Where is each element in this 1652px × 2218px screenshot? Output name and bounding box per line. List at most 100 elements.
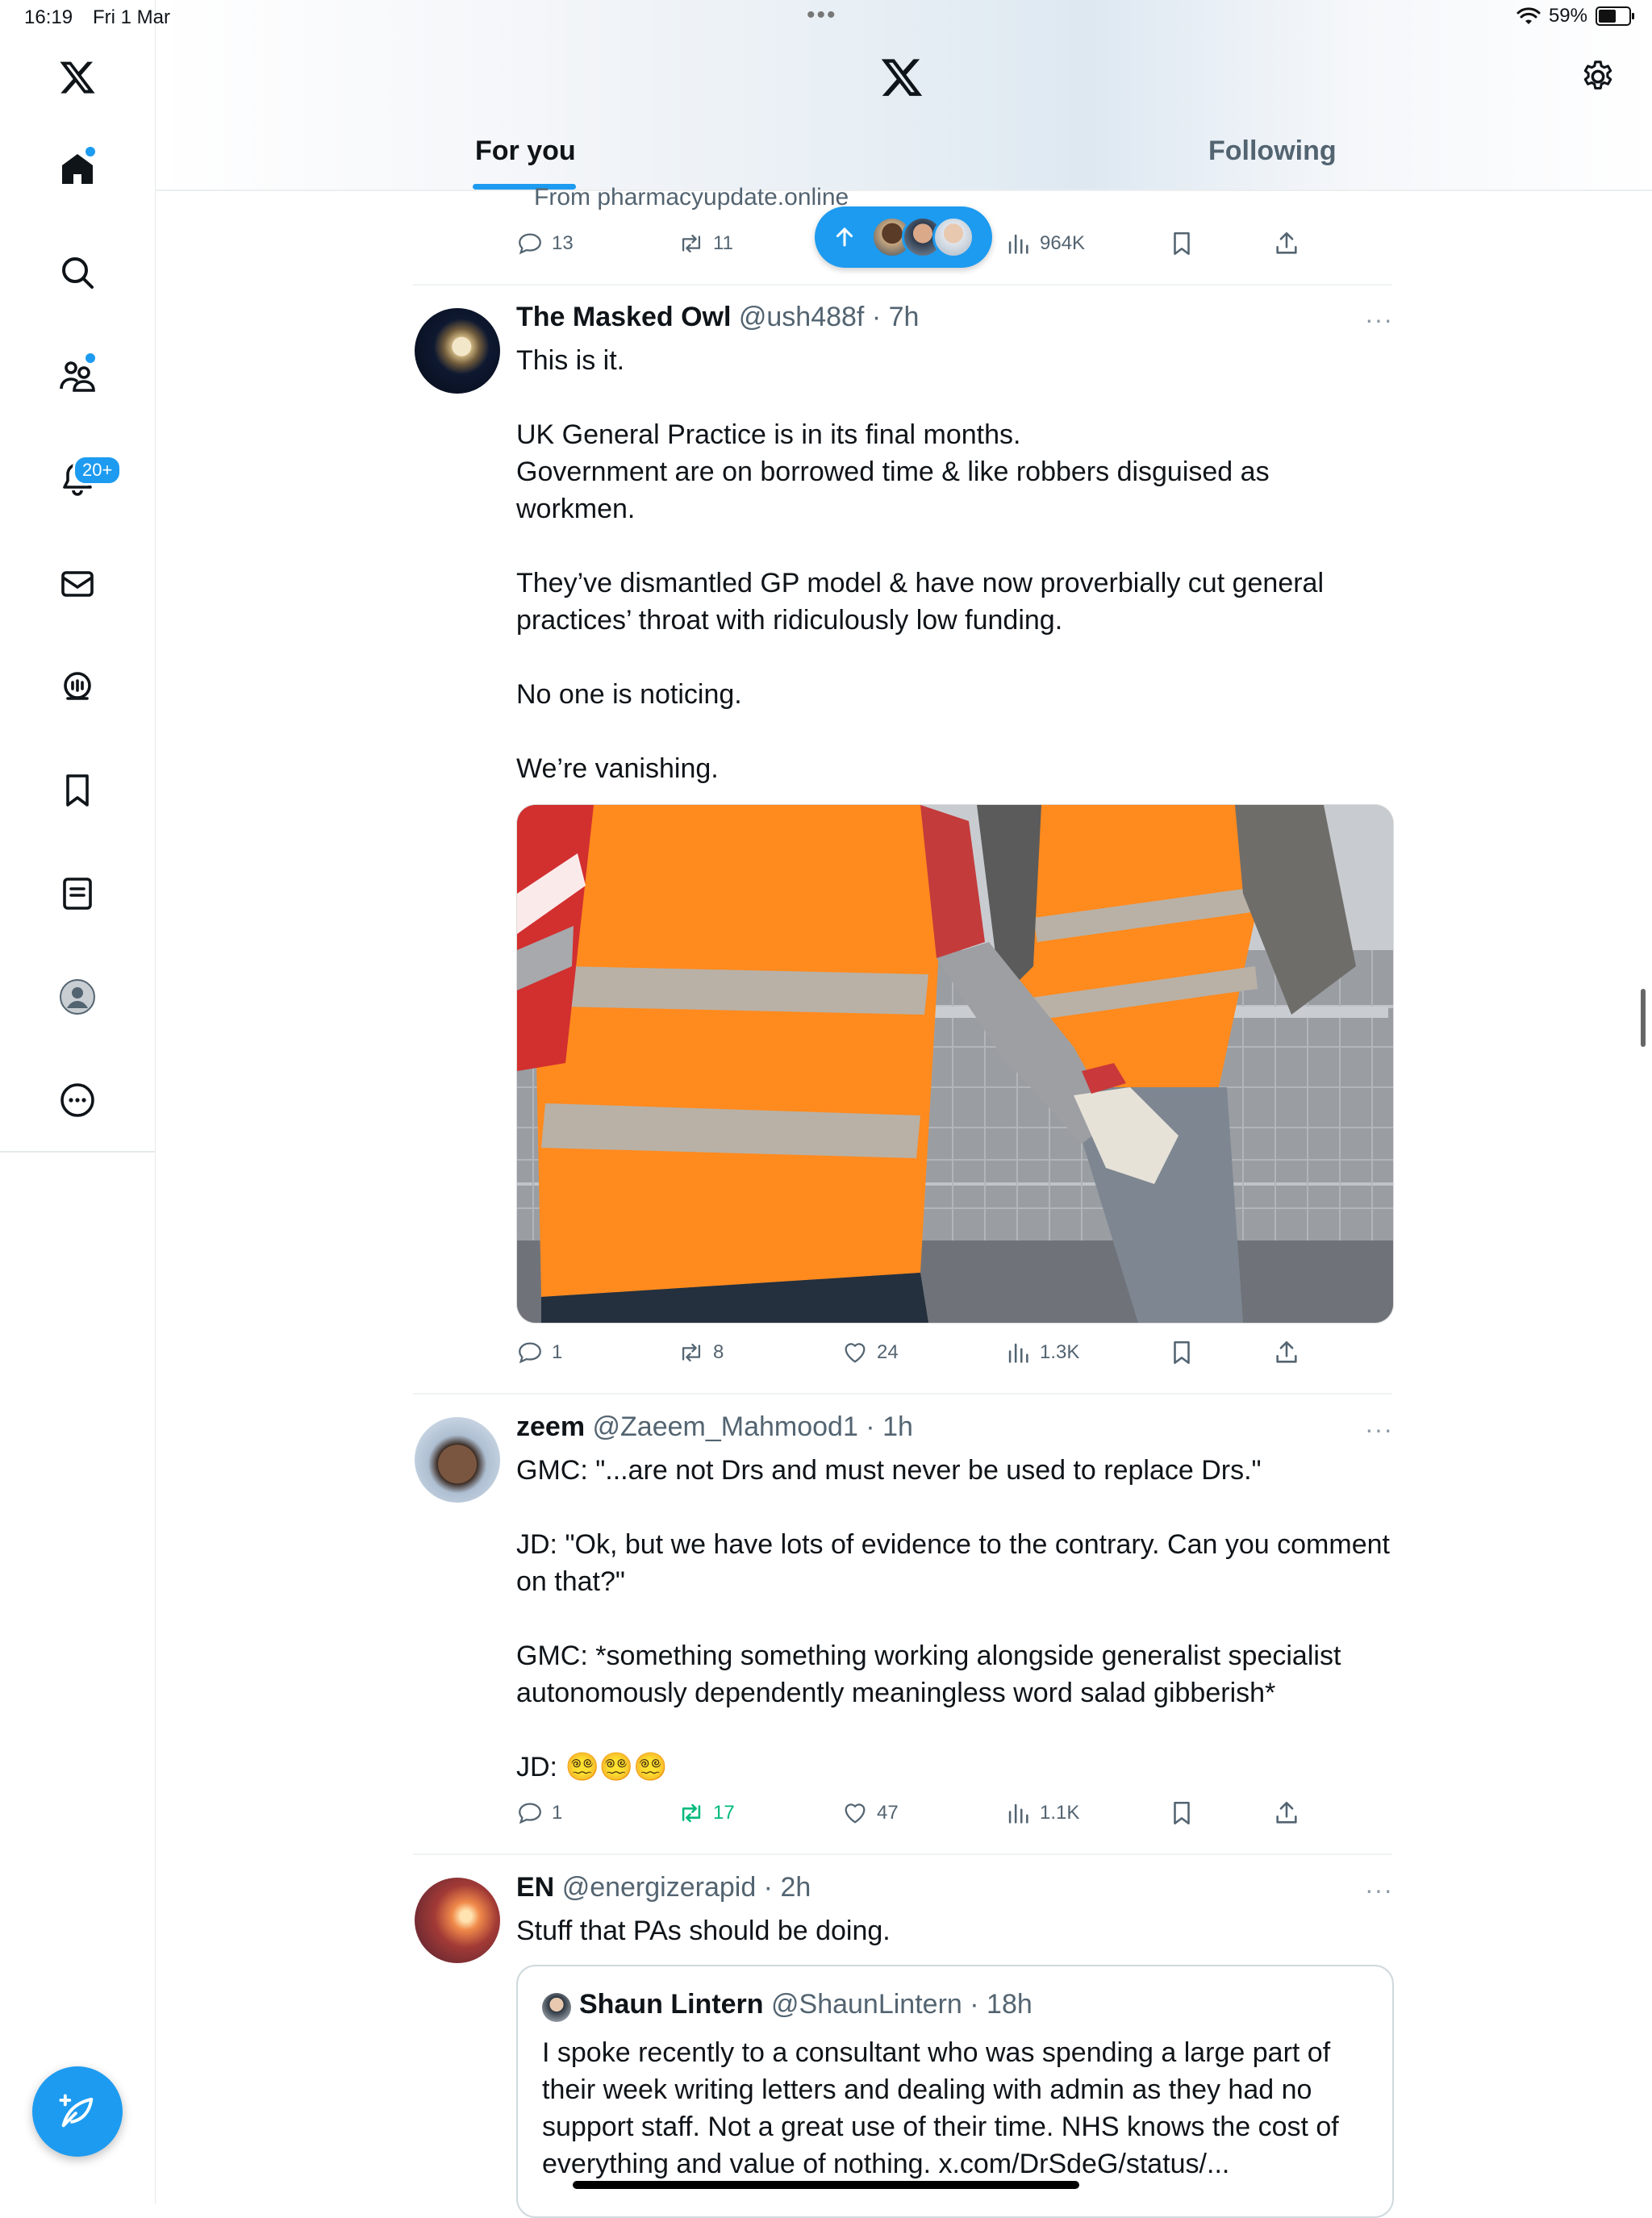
reply-button[interactable]: 13 bbox=[516, 230, 574, 257]
bookmarks-icon bbox=[66, 774, 89, 807]
reply-icon bbox=[519, 1342, 541, 1364]
repost-count: 11 bbox=[713, 232, 733, 254]
views-icon bbox=[1008, 234, 1028, 254]
sidebar-item-grok[interactable] bbox=[53, 663, 102, 711]
views-button[interactable]: 964K bbox=[1004, 230, 1085, 257]
author-name[interactable]: The Masked Owl bbox=[516, 302, 731, 332]
avatar[interactable] bbox=[415, 308, 500, 394]
status-date: Fri 1 Mar bbox=[93, 6, 170, 28]
wifi-icon bbox=[1516, 7, 1541, 24]
communities-unread-dot bbox=[84, 352, 97, 365]
quote-body: I spoke recently to a consultant who was… bbox=[542, 2034, 1389, 2183]
repost-icon bbox=[682, 1343, 701, 1362]
repost-button[interactable]: 11 bbox=[678, 230, 733, 257]
sidebar-item-communities[interactable] bbox=[53, 352, 102, 400]
compose-icon bbox=[59, 2094, 94, 2128]
share-icon bbox=[1276, 231, 1297, 254]
quote-text-line: support staff. Not a great use of their … bbox=[542, 2112, 1339, 2142]
tab-following[interactable]: Following bbox=[1208, 135, 1337, 167]
post-time[interactable]: 7h bbox=[889, 302, 920, 332]
bookmark-button[interactable] bbox=[1168, 1339, 1195, 1366]
settings-button[interactable] bbox=[1579, 58, 1617, 99]
search-icon bbox=[62, 257, 94, 289]
multitasking-dots-icon[interactable]: ••• bbox=[807, 2, 837, 29]
reply-icon bbox=[519, 1803, 541, 1824]
avatar[interactable] bbox=[415, 1878, 500, 1963]
bookmark-button[interactable] bbox=[1168, 1799, 1195, 1827]
new-posts-pill[interactable] bbox=[815, 206, 992, 268]
post-time[interactable]: 2h bbox=[780, 1872, 811, 1903]
repost-button[interactable]: 8 bbox=[678, 1339, 724, 1366]
x-logo-icon[interactable] bbox=[53, 53, 102, 102]
reply-button[interactable]: 1 bbox=[516, 1799, 562, 1827]
views-icon bbox=[1008, 1343, 1028, 1363]
views-count: 1.3K bbox=[1040, 1341, 1080, 1363]
post-text-line: workmen. bbox=[516, 494, 636, 524]
post-divider bbox=[413, 1393, 1392, 1395]
post-header: zeem @Zaeem_Mahmood1 · 1h bbox=[516, 1411, 913, 1442]
post-divider bbox=[413, 1853, 1392, 1855]
x-logo-icon[interactable] bbox=[879, 55, 924, 104]
bookmark-icon bbox=[1174, 1801, 1190, 1825]
sidebar-item-messages[interactable] bbox=[53, 560, 102, 608]
share-button[interactable] bbox=[1273, 1339, 1300, 1366]
workers-hi-vis-photo bbox=[517, 805, 1393, 1323]
quote-text-line: I spoke recently to a consultant who was… bbox=[542, 2037, 1331, 2068]
post-text-line: on that?" bbox=[516, 1566, 625, 1597]
post-body: Stuff that PAs should be doing. bbox=[516, 1916, 891, 1946]
share-icon bbox=[1276, 1340, 1297, 1363]
post-image[interactable] bbox=[516, 804, 1394, 1324]
quote-author-name: Shaun Lintern bbox=[579, 1989, 764, 2020]
like-button[interactable]: 47 bbox=[841, 1799, 899, 1827]
reply-button[interactable]: 1 bbox=[516, 1339, 562, 1366]
repost-count: 17 bbox=[713, 1802, 735, 1824]
author-name[interactable]: zeem bbox=[516, 1411, 585, 1442]
messages-icon bbox=[61, 571, 94, 597]
post-header: EN @energizerapid · 2h bbox=[516, 1872, 811, 1903]
share-button[interactable] bbox=[1273, 230, 1300, 257]
sidebar-item-lists[interactable] bbox=[53, 869, 102, 918]
tab-for-you[interactable]: For you bbox=[475, 135, 576, 167]
views-button[interactable]: 1.3K bbox=[1004, 1339, 1079, 1366]
like-button[interactable]: 24 bbox=[841, 1339, 899, 1366]
quoted-post[interactable]: Shaun Lintern @ShaunLintern · 18h I spok… bbox=[516, 1965, 1394, 2218]
sidebar-item-profile[interactable] bbox=[53, 973, 102, 1021]
sidebar-item-more[interactable] bbox=[53, 1076, 102, 1124]
post-time[interactable]: 1h bbox=[882, 1411, 913, 1442]
repost-button[interactable]: 17 bbox=[678, 1799, 735, 1827]
author-handle[interactable]: @Zaeem_Mahmood1 bbox=[593, 1411, 858, 1442]
gear-icon bbox=[1583, 60, 1612, 90]
reply-count: 13 bbox=[552, 232, 574, 254]
sidebar-item-search[interactable] bbox=[53, 248, 102, 297]
sidebar-divider bbox=[0, 1151, 155, 1153]
bookmark-icon bbox=[1174, 1340, 1190, 1365]
bookmark-button[interactable] bbox=[1168, 230, 1195, 257]
avatar[interactable] bbox=[415, 1417, 500, 1503]
post-text-line: They’ve dismantled GP model & have now p… bbox=[516, 568, 1325, 598]
more-options-icon[interactable]: ··· bbox=[1365, 305, 1393, 335]
more-options-icon[interactable]: ··· bbox=[1365, 1875, 1393, 1905]
home-indicator[interactable] bbox=[573, 2181, 1079, 2189]
scroll-indicator[interactable] bbox=[1641, 989, 1646, 1047]
link-card-source[interactable]: From pharmacyupdate.online bbox=[534, 184, 849, 211]
home-unread-dot bbox=[84, 145, 97, 158]
author-name[interactable]: EN bbox=[516, 1872, 554, 1903]
profile-icon bbox=[60, 979, 95, 1015]
sidebar-item-bookmarks[interactable] bbox=[53, 766, 102, 815]
author-handle[interactable]: @energizerapid bbox=[562, 1872, 757, 1903]
views-button[interactable]: 1.1K bbox=[1004, 1799, 1079, 1827]
post-text-line: JD: 😵‍💫😵‍💫😵‍💫 bbox=[516, 1752, 668, 1782]
repost-count: 8 bbox=[713, 1341, 724, 1363]
post-body: GMC: "...are not Drs and must never be u… bbox=[516, 1452, 1404, 1786]
post-text-line: practices’ throat with ridiculously low … bbox=[516, 605, 1063, 636]
more-icon bbox=[60, 1083, 94, 1117]
more-options-icon[interactable]: ··· bbox=[1365, 1415, 1393, 1445]
share-button[interactable] bbox=[1273, 1799, 1300, 1827]
author-handle[interactable]: @ush488f bbox=[739, 302, 865, 332]
sidebar-item-home[interactable] bbox=[53, 145, 102, 194]
post-divider bbox=[413, 284, 1392, 286]
battery-icon bbox=[1596, 6, 1634, 26]
compose-button[interactable] bbox=[32, 2066, 123, 2157]
